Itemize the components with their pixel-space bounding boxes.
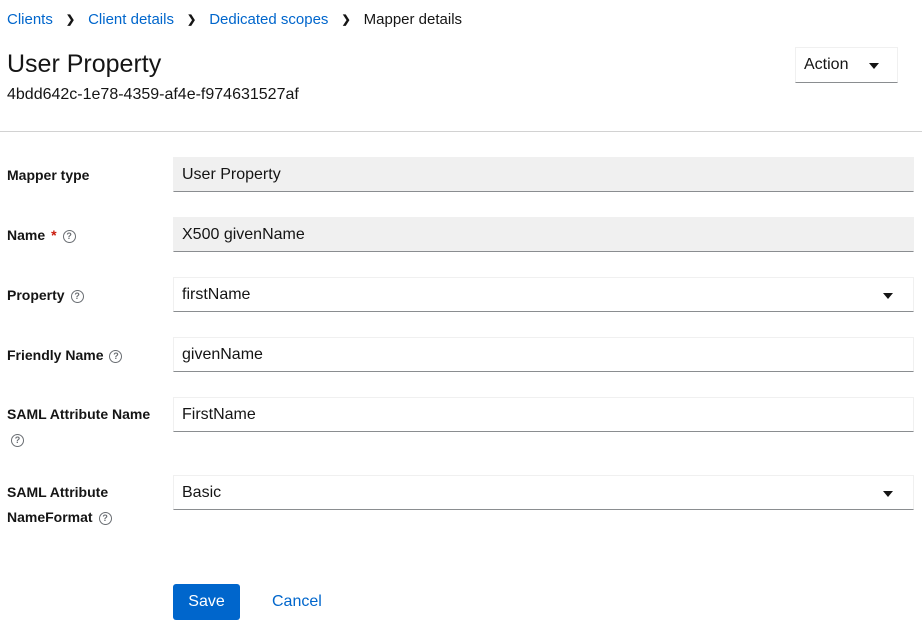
page-title: User Property: [7, 50, 162, 78]
caret-down-icon: [883, 293, 893, 299]
help-icon[interactable]: ?: [98, 511, 112, 525]
property-label: Property?: [7, 283, 167, 307]
breadcrumb-current: Mapper details: [363, 11, 463, 28]
mapper-id: 4bdd642c-1e78-4359-af4e-f974631527af: [7, 86, 299, 103]
friendly-name-label: Friendly Name?: [7, 343, 167, 367]
save-button[interactable]: Save: [173, 584, 240, 620]
saml-nameformat-label: SAML Attribute NameFormat?: [7, 480, 137, 530]
saml-attribute-name-input[interactable]: FirstName: [173, 397, 914, 432]
action-dropdown[interactable]: Action: [795, 47, 898, 83]
breadcrumb-clients[interactable]: Clients: [7, 11, 53, 28]
divider: [0, 131, 922, 132]
breadcrumb-dedicated-scopes[interactable]: Dedicated scopes: [209, 11, 328, 28]
friendly-name-input[interactable]: givenName: [173, 337, 914, 372]
name-label: Name *?: [7, 223, 167, 247]
help-icon[interactable]: ?: [70, 289, 84, 303]
property-select[interactable]: firstName: [173, 277, 914, 312]
breadcrumb-client-details[interactable]: Client details: [88, 11, 174, 28]
caret-down-icon: [869, 63, 879, 69]
action-label: Action: [804, 56, 849, 73]
mapper-type-field: User Property: [173, 157, 914, 192]
chevron-right-icon: ❯: [341, 14, 351, 26]
help-icon[interactable]: ?: [11, 433, 24, 447]
chevron-right-icon: ❯: [186, 14, 197, 26]
breadcrumb: Clients ❯ Client details ❯ Dedicated scope…: [7, 11, 462, 28]
help-icon[interactable]: ?: [62, 229, 76, 243]
cancel-button[interactable]: Cancel: [272, 584, 322, 620]
saml-attribute-name-label: SAML Attribute Name?: [7, 406, 151, 447]
mapper-type-label: Mapper type: [7, 167, 90, 183]
help-icon[interactable]: ?: [109, 349, 123, 363]
saml-nameformat-select[interactable]: Basic: [173, 475, 914, 510]
required-indicator: *: [51, 227, 57, 243]
chevron-right-icon: ❯: [65, 14, 76, 26]
name-input: X500 givenName: [173, 217, 914, 252]
caret-down-icon: [883, 491, 893, 497]
